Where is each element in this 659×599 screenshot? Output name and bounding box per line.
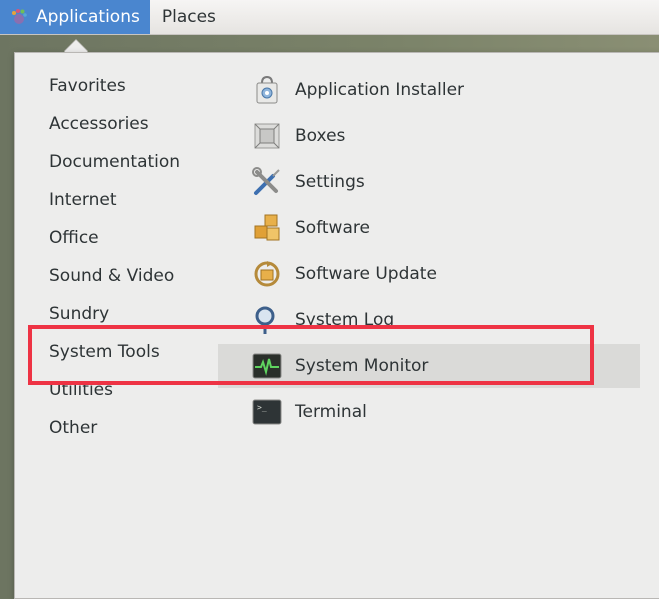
packages-icon	[254, 214, 280, 241]
category-accessories[interactable]: Accessories	[49, 108, 149, 140]
app-terminal[interactable]: >_ Terminal	[218, 390, 640, 434]
category-internet[interactable]: Internet	[49, 184, 117, 216]
app-boxes[interactable]: Boxes	[218, 114, 640, 158]
app-application-installer[interactable]: Application Installer	[218, 68, 640, 112]
app-label: System Monitor	[295, 356, 429, 376]
category-label: Accessories	[49, 114, 149, 134]
app-system-log[interactable]: System Log	[218, 298, 640, 342]
wrench-screwdriver-icon	[252, 167, 280, 195]
app-system-monitor[interactable]: System Monitor	[218, 344, 640, 388]
category-label: Office	[49, 228, 99, 248]
app-label: Application Installer	[295, 80, 465, 100]
shopping-bag-icon	[256, 75, 278, 104]
app-settings[interactable]: Settings	[218, 160, 640, 204]
monitor-pulse-icon	[252, 353, 282, 379]
software-update-icon	[254, 261, 280, 287]
app-label: Boxes	[295, 126, 346, 146]
popup-arrow	[64, 40, 88, 52]
category-label: Sundry	[49, 304, 110, 324]
applications-menu-label: Applications	[36, 7, 140, 27]
svg-text:>_: >_	[257, 403, 267, 412]
boxes-icon	[254, 123, 280, 149]
places-menu-label: Places	[161, 7, 216, 27]
magnifier-icon	[255, 306, 275, 334]
category-other[interactable]: Other	[49, 412, 97, 444]
app-software-update[interactable]: Software Update	[218, 252, 640, 296]
app-label: Terminal	[295, 402, 367, 422]
category-label: Favorites	[49, 76, 126, 96]
app-label: System Log	[295, 310, 395, 330]
category-label: Internet	[49, 190, 117, 210]
gnome-foot-icon	[12, 9, 27, 24]
category-label: Other	[49, 418, 98, 438]
app-label: Software	[295, 218, 370, 238]
category-utilities[interactable]: Utilities	[49, 374, 113, 406]
app-label: Settings	[295, 172, 365, 192]
category-sundry[interactable]: Sundry	[49, 298, 109, 330]
applications-menu[interactable]: Applications	[0, 0, 150, 34]
category-sound-video[interactable]: Sound & Video	[49, 260, 174, 292]
app-software[interactable]: Software	[218, 206, 640, 250]
category-label: System Tools	[49, 342, 160, 362]
category-label: Utilities	[49, 380, 113, 400]
category-office[interactable]: Office	[49, 222, 99, 254]
places-menu[interactable]: Places	[150, 0, 228, 34]
category-documentation[interactable]: Documentation	[49, 146, 180, 178]
app-label: Software Update	[295, 264, 437, 284]
category-system-tools[interactable]: System Tools	[49, 336, 160, 368]
category-label: Documentation	[49, 152, 181, 172]
category-favorites[interactable]: Favorites	[49, 70, 126, 102]
top-panel: Applications Places	[0, 0, 659, 35]
terminal-icon: >_	[252, 399, 282, 425]
category-label: Sound & Video	[49, 266, 175, 286]
